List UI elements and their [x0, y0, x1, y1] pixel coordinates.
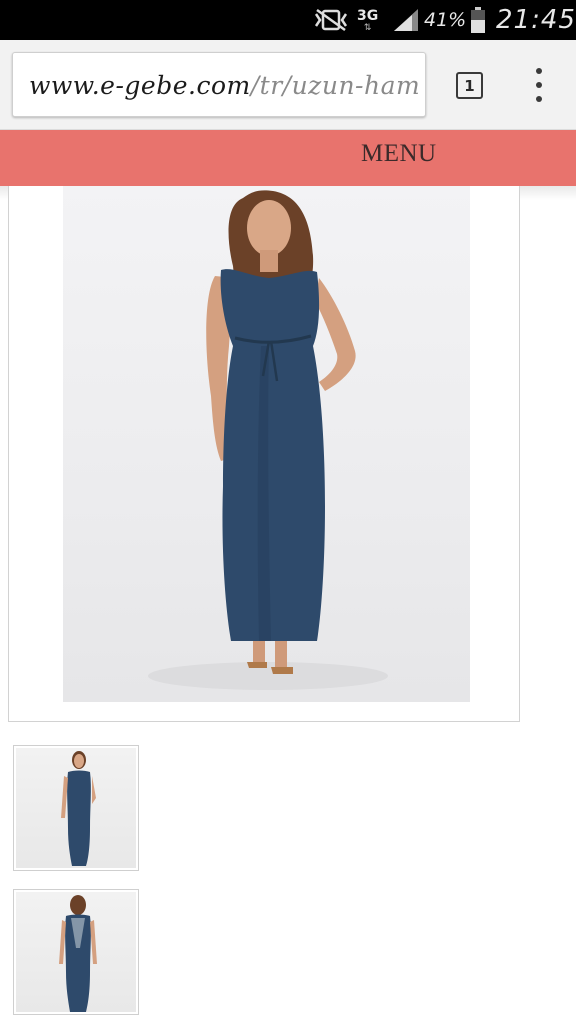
signal-icon — [392, 0, 420, 40]
thumbnail-front[interactable] — [13, 745, 139, 871]
thumbnail-back[interactable] — [13, 889, 139, 1015]
network-type: 3G ⇅ — [357, 7, 379, 33]
battery-icon — [470, 0, 486, 40]
network-label: 3G — [357, 7, 379, 24]
battery-label: 41% — [424, 9, 467, 31]
status-bar: 3G ⇅ 41% 21:45 — [0, 0, 576, 40]
thumbnail-front-photo — [16, 748, 136, 868]
vibrate-icon — [312, 0, 350, 40]
thumbnail-back-photo — [16, 892, 136, 1012]
dress-model-illustration — [148, 190, 388, 690]
main-product-photo[interactable] — [63, 186, 470, 702]
tab-switcher-button[interactable]: 1 — [456, 72, 483, 99]
site-menu-bar: MENU — [0, 130, 576, 186]
clock-label: 21:45 — [496, 5, 576, 35]
clock: 21:45 — [496, 0, 576, 40]
menu-button[interactable]: MENU — [361, 140, 437, 168]
url-bar[interactable]: www.e-gebe.com/tr/uzun-ham — [12, 52, 426, 117]
browser-toolbar: www.e-gebe.com/tr/uzun-ham 1 — [0, 40, 576, 130]
tab-count: 1 — [464, 76, 475, 95]
url-path: /tr/uzun-ham — [250, 71, 421, 100]
overflow-menu-icon[interactable] — [529, 68, 549, 102]
url-text[interactable]: www.e-gebe.com/tr/uzun-ham — [29, 71, 420, 100]
main-product-image-frame[interactable] — [8, 186, 520, 722]
battery-percent: 41% — [424, 0, 466, 40]
url-host: www.e-gebe.com — [29, 71, 251, 100]
